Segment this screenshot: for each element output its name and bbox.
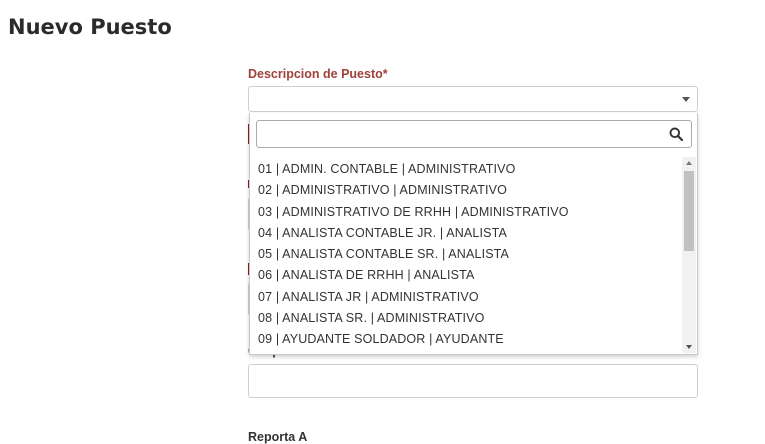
dropdown-option[interactable]: 05 | ANALISTA CONTABLE SR. | ANALISTA <box>250 244 682 265</box>
dropdown-search-input[interactable] <box>257 121 673 147</box>
dropdown-option[interactable]: 07 | ANALISTA JR | ADMINISTRATIVO <box>250 287 682 308</box>
dropdown-option[interactable]: 04 | ANALISTA CONTABLE JR. | ANALISTA <box>250 223 682 244</box>
dropdown-option[interactable]: 03 | ADMINISTRATIVO DE RRHH | ADMINISTRA… <box>250 202 682 223</box>
dropdown-option[interactable]: 06 | ANALISTA DE RRHH | ANALISTA <box>250 265 682 286</box>
scrollbar-thumb[interactable] <box>684 171 694 251</box>
descripcion-select[interactable] <box>248 86 698 112</box>
search-icon <box>669 127 683 141</box>
scroll-down-arrow-icon[interactable] <box>682 341 696 353</box>
ocupantes-input[interactable] <box>248 364 698 398</box>
chevron-down-icon[interactable] <box>675 87 697 111</box>
page-title: Nuevo Puesto <box>8 15 172 39</box>
dropdown-option[interactable]: 09 | AYUDANTE SOLDADOR | AYUDANTE <box>250 329 682 350</box>
dropdown-option[interactable]: 02 | ADMINISTRATIVO | ADMINISTRATIVO <box>250 180 682 201</box>
dropdown-scrollbar[interactable] <box>682 157 696 353</box>
dropdown-option[interactable]: 01 | ADMIN. CONTABLE | ADMINISTRATIVO <box>250 159 682 180</box>
descripcion-label: Descripcion de Puesto* <box>248 67 388 81</box>
scroll-up-arrow-icon[interactable] <box>682 157 696 169</box>
dropdown-options-list: 01 | ADMIN. CONTABLE | ADMINISTRATIVO 02… <box>250 159 682 351</box>
dropdown-option[interactable]: 08 | ANALISTA SR. | ADMINISTRATIVO <box>250 308 682 329</box>
reporta-label: Reporta A <box>248 430 308 444</box>
descripcion-dropdown: 01 | ADMIN. CONTABLE | ADMINISTRATIVO 02… <box>249 113 698 355</box>
dropdown-search[interactable] <box>256 120 692 148</box>
